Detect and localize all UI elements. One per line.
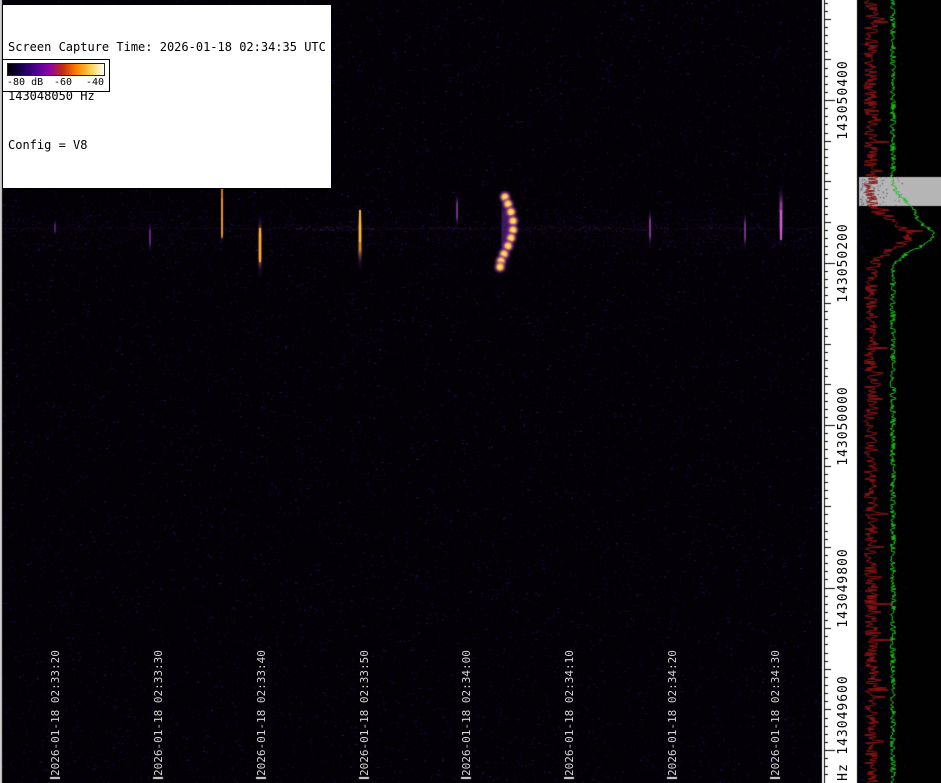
frequency-unit-label: Hz [836, 763, 851, 781]
capture-info-box: Screen Capture Time: 2026-01-18 02:34:35… [2, 4, 332, 190]
time-tick-label: 2026-01-18 02:33:40 [255, 650, 268, 776]
overlay-layer: Screen Capture Time: 2026-01-18 02:34:35… [0, 0, 941, 783]
time-tick-label: 2026-01-18 02:33:20 [49, 650, 62, 776]
frequency-tick-label: 143049600 [836, 675, 851, 755]
color-scale-legend: -80 dB -60 -40 [2, 59, 110, 92]
time-tick-label: 2026-01-18 02:34:10 [563, 650, 576, 776]
legend-label-min: -80 dB [7, 77, 44, 88]
config-line: Config = V8 [8, 137, 88, 152]
legend-label-mid: -60 [54, 77, 73, 88]
capture-time-line: Screen Capture Time: 2026-01-18 02:34:35… [8, 40, 326, 55]
frequency-tick-label: 143050200 [836, 223, 851, 303]
app-root: Screen Capture Time: 2026-01-18 02:34:35… [0, 0, 941, 783]
time-tick-label: 2026-01-18 02:33:50 [358, 650, 371, 776]
frequency-tick-label: 143050400 [836, 60, 851, 140]
frequency-tick-label: 143049800 [836, 548, 851, 628]
color-scale-labels: -80 dB -60 -40 [7, 77, 105, 89]
frequency-tick-label: 143050000 [836, 386, 851, 466]
time-tick-label: 2026-01-18 02:33:30 [152, 650, 165, 776]
color-scale-gradient [7, 63, 105, 76]
time-tick-label: 2026-01-18 02:34:00 [460, 650, 473, 776]
time-tick-label: 2026-01-18 02:34:30 [769, 650, 782, 776]
legend-label-max: -40 [86, 77, 105, 88]
time-tick-label: 2026-01-18 02:34:20 [666, 650, 679, 776]
